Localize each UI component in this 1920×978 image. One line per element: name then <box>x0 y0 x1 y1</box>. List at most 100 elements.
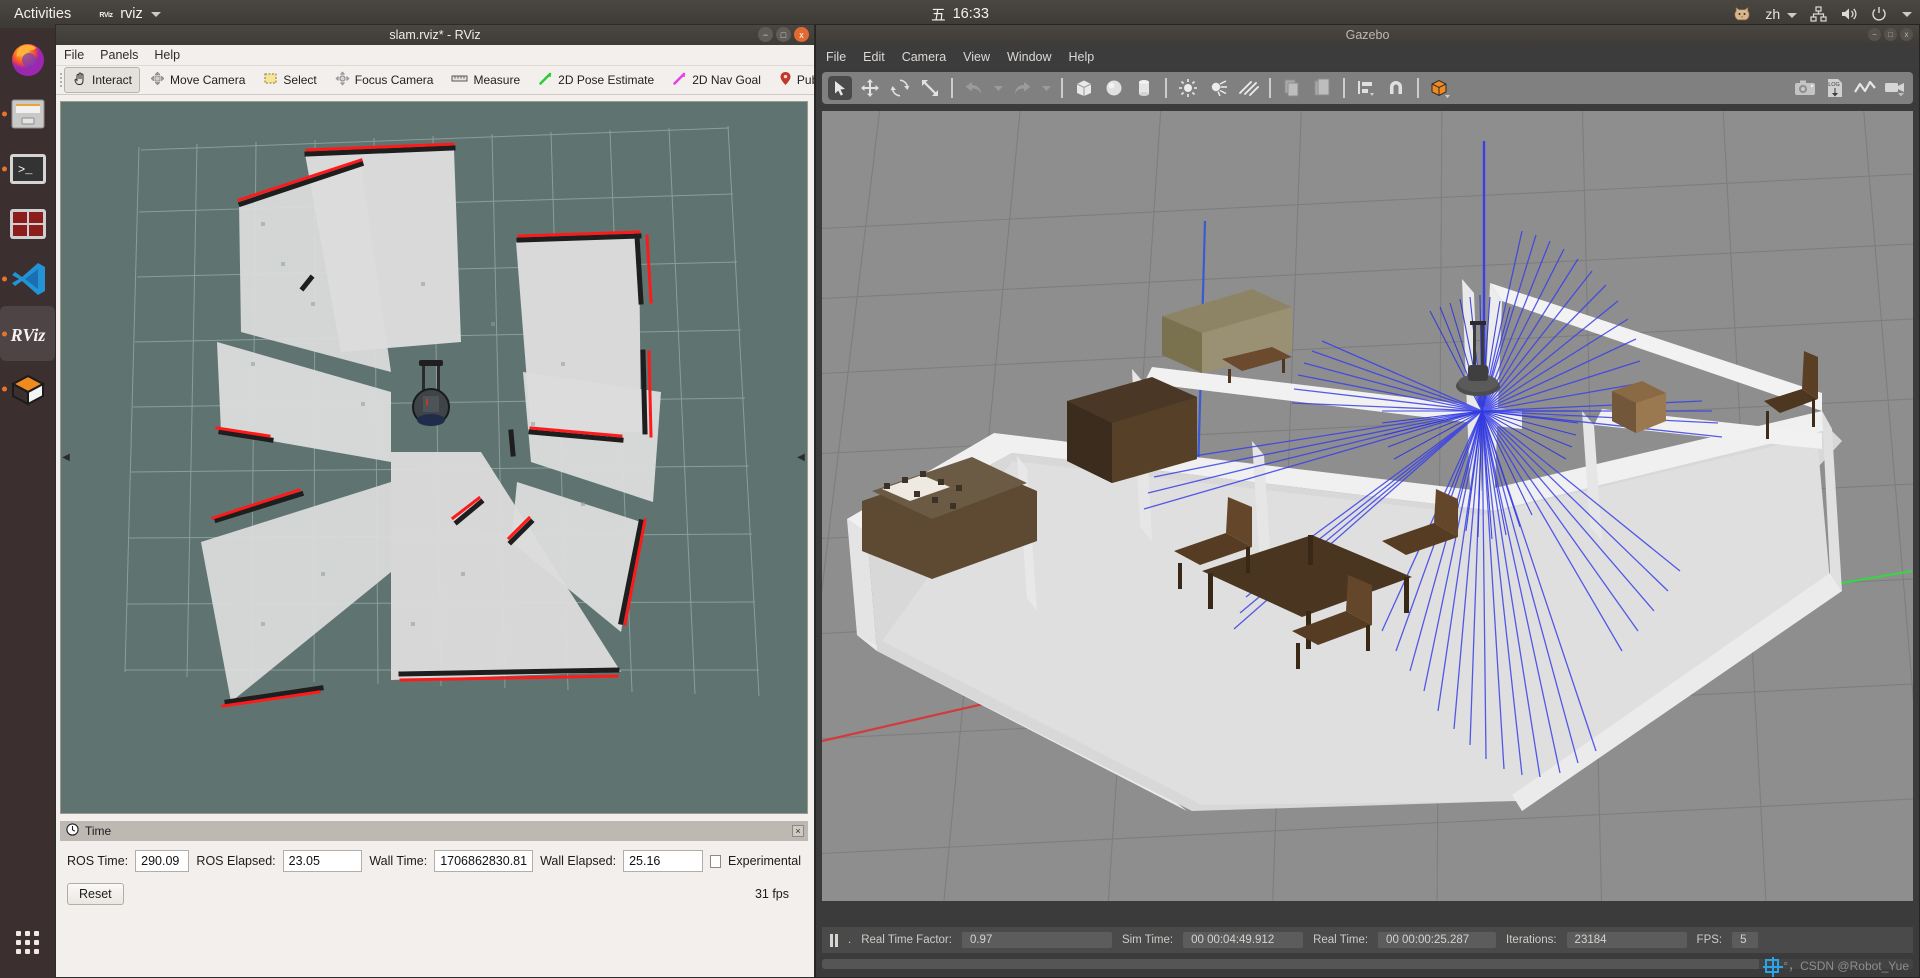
menu-panels[interactable]: Panels <box>100 48 138 62</box>
menu-help[interactable]: Help <box>154 48 180 62</box>
plot-icon[interactable] <box>1853 76 1877 100</box>
time-panel-footer-row: Reset 31 fps <box>67 883 801 905</box>
fps-label: 31 fps <box>754 887 789 901</box>
sphere-icon[interactable] <box>1102 76 1126 100</box>
reset-button[interactable]: Reset <box>67 883 124 905</box>
cylinder-icon[interactable] <box>1132 76 1156 100</box>
gazebo-horizontal-scrollbar[interactable] <box>822 959 1913 969</box>
redo-icon[interactable] <box>1010 76 1034 100</box>
menu-view[interactable]: View <box>963 50 990 64</box>
panel-collapse-left-arrow[interactable]: ◀ <box>61 451 71 465</box>
tool-2d-pose-estimate[interactable]: 2D Pose Estimate <box>530 67 662 93</box>
show-applications-button[interactable] <box>0 918 55 966</box>
tool-select[interactable]: Select <box>255 67 324 93</box>
experimental-label: Experimental <box>728 854 801 868</box>
tool-2d-nav-goal[interactable]: 2D Nav Goal <box>664 67 769 93</box>
wall-elapsed-field[interactable]: 25.16 <box>623 850 703 872</box>
select-arrow-icon[interactable] <box>828 76 852 100</box>
ros-time-label: ROS Time: <box>67 854 129 868</box>
dock-item-terminal[interactable]: >_ <box>0 141 55 196</box>
move-camera-icon <box>150 71 165 89</box>
tool-move-camera[interactable]: Move Camera <box>142 67 253 93</box>
activities-label: Activities <box>14 6 72 22</box>
minimize-button[interactable]: − <box>1868 28 1881 41</box>
menu-camera[interactable]: Camera <box>902 50 946 64</box>
box-icon[interactable] <box>1072 76 1096 100</box>
ros-elapsed-field[interactable]: 23.05 <box>282 850 363 872</box>
dock-item-gazebo[interactable] <box>0 361 55 416</box>
menu-help[interactable]: Help <box>1069 50 1095 64</box>
menu-window[interactable]: Window <box>1007 50 1051 64</box>
power-icon[interactable] <box>1871 6 1887 22</box>
ros-time-field[interactable]: 290.09 <box>135 850 190 872</box>
dock-item-vscode[interactable] <box>0 251 55 306</box>
screenshot-icon[interactable] <box>1793 76 1817 100</box>
menu-edit[interactable]: Edit <box>863 50 885 64</box>
directional-light-icon[interactable] <box>1236 76 1260 100</box>
gazebo-title-bar[interactable]: Gazebo − □ x <box>816 25 1919 45</box>
dock-item-files[interactable] <box>0 86 55 141</box>
spot-light-icon[interactable] <box>1206 76 1230 100</box>
snap-icon[interactable] <box>1384 76 1408 100</box>
step-button[interactable]: . <box>848 934 851 946</box>
rotate-icon[interactable] <box>888 76 912 100</box>
dock-item-firefox[interactable] <box>0 31 55 86</box>
copy-icon[interactable] <box>1280 76 1304 100</box>
panel-collapse-right-arrow[interactable]: ◀ <box>796 451 806 465</box>
dock-item-terminator[interactable] <box>0 196 55 251</box>
rviz-title-bar[interactable]: slam.rviz* - RViz − □ x <box>56 25 814 45</box>
scale-icon[interactable] <box>918 76 942 100</box>
wall-time-field[interactable]: 1706862830.81 <box>434 850 534 872</box>
real-time-factor-value: 0.97 <box>961 932 1112 948</box>
hand-pointer-icon <box>72 71 87 89</box>
map-pin-icon <box>779 71 792 89</box>
time-panel-title: Time <box>85 824 112 838</box>
watermark-text: °，CSDN @Robot_Yue <box>1783 959 1909 973</box>
redo-dropdown-icon[interactable] <box>1040 76 1052 100</box>
app-menu-label: rviz <box>120 6 143 22</box>
network-icon[interactable] <box>1810 6 1827 22</box>
chevron-down-icon <box>150 11 161 17</box>
log-record-icon[interactable]: LOG <box>1823 76 1847 100</box>
dock-item-rviz[interactable]: RViz <box>0 306 55 361</box>
experimental-checkbox[interactable] <box>709 854 722 868</box>
rviz-window-controls: − □ x <box>758 27 809 42</box>
ruler-icon <box>451 71 468 89</box>
chevron-down-icon[interactable] <box>1902 11 1912 17</box>
wall-elapsed-label: Wall Elapsed: <box>540 854 617 868</box>
cat-icon[interactable] <box>1732 5 1752 23</box>
maximize-button[interactable]: □ <box>1884 28 1897 41</box>
view-angle-icon[interactable] <box>1428 76 1452 100</box>
close-button[interactable]: x <box>794 27 809 42</box>
menu-file[interactable]: File <box>64 48 84 62</box>
ros-elapsed-label: ROS Elapsed: <box>196 854 276 868</box>
minimize-button[interactable]: − <box>758 27 773 42</box>
translate-icon[interactable] <box>858 76 882 100</box>
paste-icon[interactable] <box>1310 76 1334 100</box>
pause-icon[interactable] <box>830 933 838 947</box>
undo-dropdown-icon[interactable] <box>992 76 1004 100</box>
gazebo-3d-view[interactable] <box>822 111 1913 901</box>
volume-icon[interactable] <box>1840 6 1858 22</box>
rviz-3d-view[interactable]: ◀ ◀ <box>60 101 808 814</box>
close-button[interactable]: x <box>1900 28 1913 41</box>
rviz-app-icon: RViz <box>97 6 114 23</box>
tool-2d-nav-goal-label: 2D Nav Goal <box>692 73 761 87</box>
undo-icon[interactable] <box>962 76 986 100</box>
tool-interact[interactable]: Interact <box>64 67 141 93</box>
keyboard-layout-indicator[interactable]: zh <box>1765 6 1797 22</box>
app-menu-button[interactable]: RViz rviz <box>97 6 161 23</box>
tool-measure[interactable]: Measure <box>443 67 528 93</box>
rviz-toolbar: Interact Move Camera Select Focus Camera… <box>56 66 935 95</box>
gazebo-toolbar: LOG <box>822 72 1913 104</box>
clock-button[interactable]: 五 16:33 <box>931 4 989 25</box>
tool-focus-camera[interactable]: Focus Camera <box>327 67 442 93</box>
align-icon[interactable] <box>1354 76 1378 100</box>
video-record-icon[interactable] <box>1883 76 1907 100</box>
menu-file[interactable]: File <box>826 50 846 64</box>
maximize-button[interactable]: □ <box>776 27 791 42</box>
time-panel-close-button[interactable]: × <box>792 825 804 837</box>
toolbar-drag-handle[interactable] <box>60 70 62 90</box>
selection-box-icon <box>263 71 278 89</box>
point-light-icon[interactable] <box>1176 76 1200 100</box>
